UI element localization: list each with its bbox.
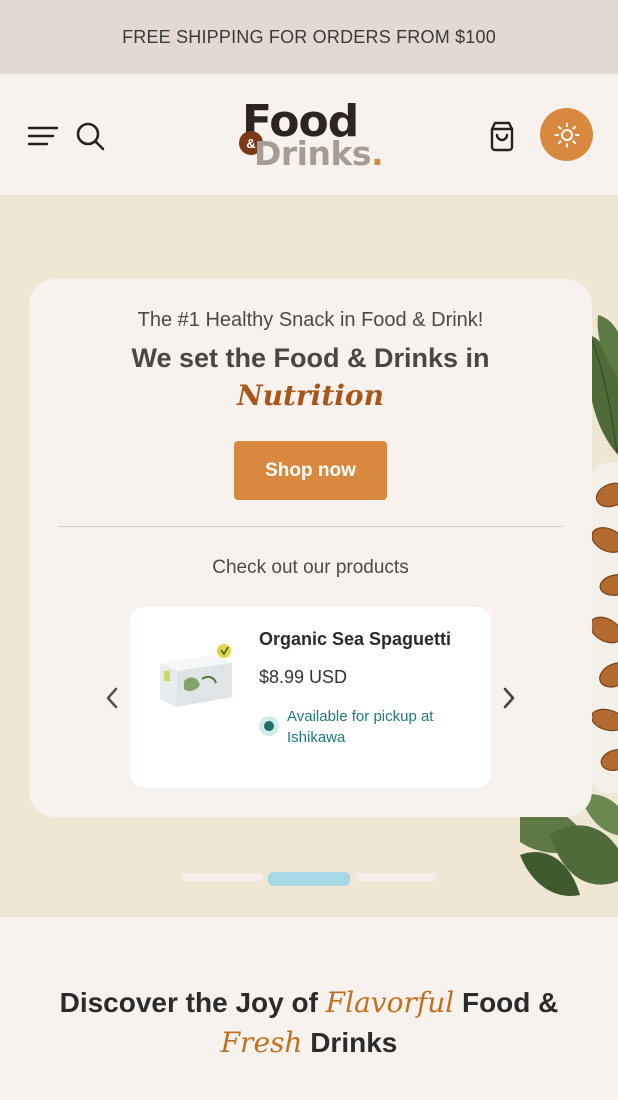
carousel-dot[interactable] [355, 873, 437, 881]
shop-now-button[interactable]: Shop now [234, 441, 387, 500]
logo-dot: . [371, 134, 384, 173]
product-card[interactable]: Organic Sea Spaguetti $8.99 USD Availabl… [130, 607, 491, 788]
cart-icon [490, 121, 514, 152]
theme-toggle-button[interactable] [540, 108, 593, 161]
search-button[interactable] [72, 118, 108, 154]
discover-heading: Discover the Joy of Flavorful Food & Fres… [0, 983, 618, 1063]
availability-dot [264, 721, 274, 731]
availability-text: Available for pickup at Ishikawa [287, 708, 434, 746]
divider [58, 526, 563, 527]
discover-text-2: Food & [454, 987, 559, 1018]
announcement-text: FREE SHIPPING FOR ORDERS FROM $100 [122, 26, 496, 47]
site-logo[interactable]: Food & Drinks. [236, 98, 386, 174]
hero-section: The #1 Healthy Snack in Food & Drink! We… [0, 195, 618, 917]
carousel-pagination [0, 872, 618, 887]
products-heading: Check out our products [212, 557, 409, 578]
menu-icon [27, 126, 59, 146]
discover-text-3: Drinks [302, 1027, 398, 1058]
carousel-prev-button[interactable] [97, 683, 127, 713]
cart-button[interactable] [484, 118, 520, 154]
chevron-left-icon [106, 687, 118, 709]
menu-button[interactable] [26, 122, 60, 150]
announcement-bar: FREE SHIPPING FOR ORDERS FROM $100 [0, 0, 618, 74]
hero-tagline: The #1 Healthy Snack in Food & Drink! [137, 309, 484, 331]
hero-headline-accent: Nutrition [237, 379, 384, 412]
sun-icon [554, 122, 579, 147]
discover-text-1: Discover the Joy of [59, 987, 326, 1018]
discover-accent-2: Fresh [220, 1026, 303, 1059]
availability-indicator [259, 716, 279, 736]
carousel-dot[interactable] [268, 872, 350, 886]
hero-card: The #1 Healthy Snack in Food & Drink! We… [29, 279, 592, 817]
hero-headline: We set the Food & Drinks in [131, 343, 490, 373]
product-price: $8.99 USD [259, 667, 348, 687]
discover-accent-1: Flavorful [325, 986, 455, 1019]
chevron-right-icon [503, 687, 515, 709]
product-image [160, 644, 232, 707]
site-header: Food & Drinks. [0, 74, 618, 195]
search-icon [76, 122, 105, 151]
logo-drinks-text: Drinks [254, 134, 372, 173]
product-name[interactable]: Organic Sea Spaguetti [259, 629, 451, 650]
carousel-next-button[interactable] [494, 683, 524, 713]
carousel-dot[interactable] [181, 873, 263, 881]
logo-word-drinks: Drinks. [254, 134, 384, 174]
